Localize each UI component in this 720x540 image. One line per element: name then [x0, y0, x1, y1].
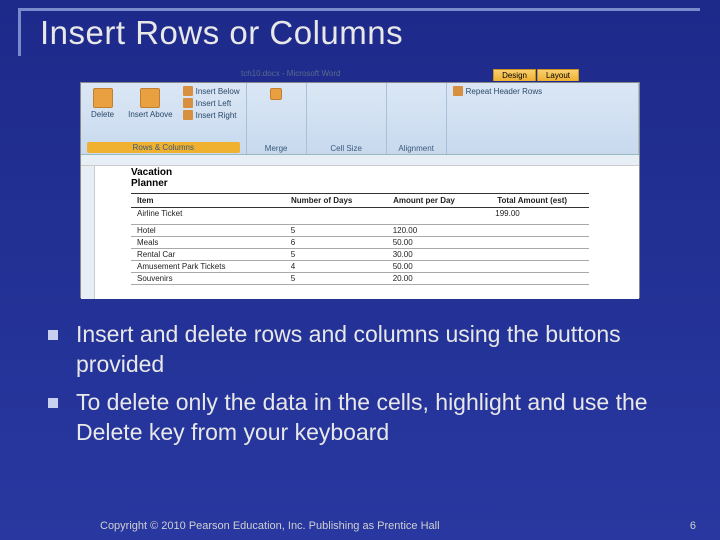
insert-right-button[interactable]: Insert Right [183, 110, 240, 120]
cell-days[interactable]: 5 [271, 249, 373, 261]
group-rows-columns-label: Rows & Columns [87, 142, 240, 153]
cell-amount[interactable]: 50.00 [373, 237, 476, 249]
table-header-row: Item Number of Days Amount per Day Total… [131, 194, 589, 208]
copyright-text: Copyright © 2010 Pearson Education, Inc.… [100, 520, 440, 532]
cell-total[interactable] [475, 261, 589, 273]
cell-days[interactable]: 4 [271, 261, 373, 273]
repeat-header-button[interactable]: Repeat Header Rows [453, 86, 632, 96]
title-accent [18, 8, 34, 56]
cell-total[interactable] [475, 249, 589, 261]
repeat-header-label: Repeat Header Rows [466, 87, 542, 96]
cell-item[interactable]: Meals [131, 237, 271, 249]
cell-amount[interactable]: 30.00 [373, 249, 476, 261]
merge-icon [270, 88, 282, 100]
insert-below-button[interactable]: Insert Below [183, 86, 240, 96]
ribbon-group-cellsize: Cell Size [307, 83, 387, 154]
vacation-table[interactable]: Item Number of Days Amount per Day Total… [131, 193, 589, 285]
ribbon-group-data: Repeat Header Rows [447, 83, 639, 154]
cell-amount[interactable] [373, 208, 476, 225]
table-row[interactable]: Rental Car530.00 [131, 249, 589, 261]
cell-days[interactable]: 6 [271, 237, 373, 249]
cell-total[interactable] [475, 237, 589, 249]
repeat-header-icon [453, 86, 463, 96]
header-days: Number of Days [271, 194, 373, 208]
cell-total[interactable]: 199.00 [475, 208, 589, 225]
page-number: 6 [690, 520, 696, 532]
cell-amount[interactable]: 50.00 [373, 261, 476, 273]
delete-button[interactable]: Delete [87, 86, 118, 121]
cell-item[interactable]: Rental Car [131, 249, 271, 261]
group-alignment-label: Alignment [393, 143, 440, 153]
page-title: Insert Rows or Columns [18, 8, 700, 52]
cell-amount[interactable]: 20.00 [373, 273, 476, 285]
slide-footer: Copyright © 2010 Pearson Education, Inc.… [0, 520, 720, 532]
insert-left-label: Insert Left [196, 99, 232, 108]
doc-title-line1: Vacation [131, 167, 172, 178]
insert-above-icon [140, 88, 160, 108]
ribbon-group-alignment: Alignment [387, 83, 447, 154]
ribbon: Delete Insert Above Insert Below Insert … [81, 83, 639, 155]
bullet-marker-icon [48, 330, 58, 340]
bullet-text: Insert and delete rows and columns using… [76, 320, 680, 380]
bullet-text: To delete only the data in the cells, hi… [76, 388, 680, 448]
tab-design[interactable]: Design [493, 69, 536, 81]
insert-above-label: Insert Above [128, 110, 172, 119]
cell-item[interactable]: Airline Ticket [131, 208, 271, 225]
bullet-marker-icon [48, 398, 58, 408]
insert-right-icon [183, 110, 193, 120]
document-content: Vacation Planner Item Number of Days Amo… [131, 163, 589, 285]
header-amount: Amount per Day [373, 194, 476, 208]
bullet-list: Insert and delete rows and columns using… [48, 320, 680, 456]
insert-above-button[interactable]: Insert Above [124, 86, 176, 121]
delete-icon [93, 88, 113, 108]
cell-item[interactable]: Amusement Park Tickets [131, 261, 271, 273]
cell-days[interactable] [271, 208, 373, 225]
tab-layout[interactable]: Layout [537, 69, 579, 81]
table-row[interactable]: Souvenirs520.00 [131, 273, 589, 285]
cell-days[interactable]: 5 [271, 225, 373, 237]
insert-right-label: Insert Right [196, 111, 237, 120]
table-row[interactable]: Hotel5120.00 [131, 225, 589, 237]
vertical-ruler[interactable] [81, 166, 95, 299]
table-row[interactable]: Meals650.00 [131, 237, 589, 249]
cell-total[interactable] [475, 273, 589, 285]
table-body: Airline Ticket199.00Hotel5120.00Meals650… [131, 208, 589, 285]
list-item: Insert and delete rows and columns using… [48, 320, 680, 380]
doc-title-line2: Planner [131, 178, 168, 189]
document-area: Vacation Planner Item Number of Days Amo… [81, 155, 639, 299]
cell-amount[interactable]: 120.00 [373, 225, 476, 237]
slide: Insert Rows or Columns tch10.docx - Micr… [0, 0, 720, 540]
table-tools-tabs: Design Layout [493, 69, 579, 81]
insert-below-icon [183, 86, 193, 96]
word-screenshot: tch10.docx - Microsoft Word Design Layou… [80, 82, 640, 298]
title-bar: Insert Rows or Columns [18, 8, 700, 52]
cell-item[interactable]: Hotel [131, 225, 271, 237]
merge-button[interactable] [253, 86, 300, 102]
delete-label: Delete [91, 110, 114, 119]
cell-days[interactable]: 5 [271, 273, 373, 285]
doc-title: Vacation Planner [131, 167, 589, 189]
title-line [34, 8, 700, 11]
list-item: To delete only the data in the cells, hi… [48, 388, 680, 448]
header-total: Total Amount (est) [475, 194, 589, 208]
insert-left-button[interactable]: Insert Left [183, 98, 240, 108]
group-merge-label: Merge [253, 143, 300, 153]
group-cellsize-label: Cell Size [313, 143, 380, 153]
ribbon-group-rows-columns: Delete Insert Above Insert Below Insert … [81, 83, 247, 154]
cell-total[interactable] [475, 225, 589, 237]
table-row[interactable]: Airline Ticket 199.00 [131, 208, 589, 225]
insert-below-label: Insert Below [196, 87, 240, 96]
window-title: tch10.docx - Microsoft Word [241, 69, 340, 78]
insert-left-icon [183, 98, 193, 108]
ribbon-group-merge: Merge [247, 83, 307, 154]
header-item: Item [131, 194, 271, 208]
table-row[interactable]: Amusement Park Tickets450.00 [131, 261, 589, 273]
cell-item[interactable]: Souvenirs [131, 273, 271, 285]
